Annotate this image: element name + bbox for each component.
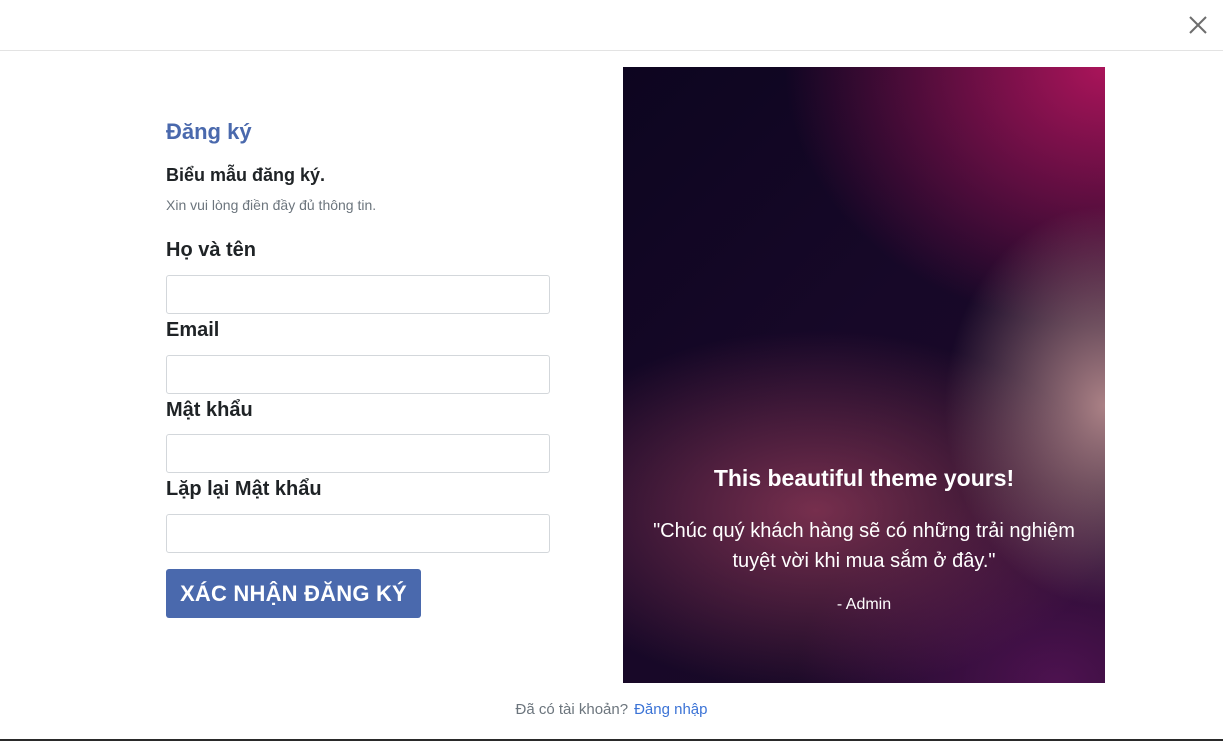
full-name-input[interactable] bbox=[166, 275, 550, 314]
modal-header bbox=[0, 0, 1223, 51]
password-input[interactable] bbox=[166, 434, 550, 473]
login-link[interactable]: Đăng nhập bbox=[634, 701, 707, 718]
repeat-password-input[interactable] bbox=[166, 514, 550, 553]
full-name-label: Họ và tên bbox=[166, 239, 257, 261]
form-hint: Xin vui lòng điền đầy đủ thông tin. bbox=[166, 197, 377, 213]
login-prompt-text: Đã có tài khoản? bbox=[515, 701, 629, 718]
form-subtitle: Biểu mẫu đăng ký. bbox=[166, 165, 326, 185]
login-prompt: Đã có tài khoản? Đăng nhập bbox=[0, 700, 1223, 720]
email-label: Email bbox=[166, 319, 220, 341]
repeat-password-label: Lặp lại Mật khẩu bbox=[166, 478, 322, 500]
close-button[interactable] bbox=[1187, 14, 1209, 36]
password-label: Mật khẩu bbox=[166, 399, 253, 421]
form-title: Đăng ký bbox=[166, 119, 252, 144]
promo-author: - Admin bbox=[836, 596, 892, 613]
promo-quote: "Chúc quý khách hàng sẽ có những trải ng… bbox=[653, 520, 1075, 572]
promo-panel: This beautiful theme yours! "Chúc quý kh… bbox=[623, 67, 1105, 683]
promo-title: This beautiful theme yours! bbox=[713, 465, 1015, 491]
close-icon bbox=[1189, 16, 1207, 34]
register-form-header: Đăng ký Biểu mẫu đăng ký. Xin vui lòng đ… bbox=[166, 118, 550, 214]
submit-register-button[interactable]: XÁC NHẬN ĐĂNG KÝ bbox=[166, 569, 421, 618]
email-input[interactable] bbox=[166, 355, 550, 394]
